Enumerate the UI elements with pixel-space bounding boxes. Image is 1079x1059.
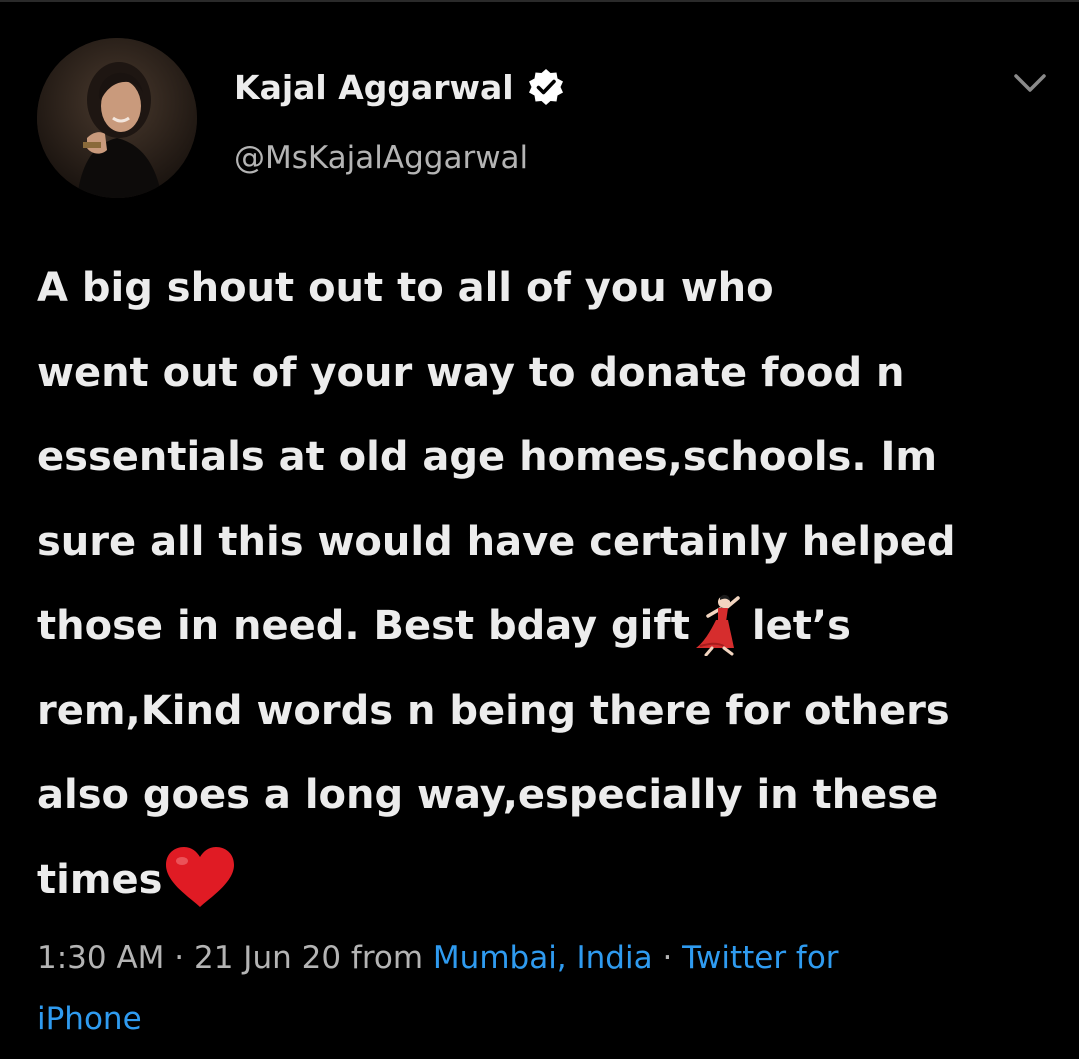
source-link-continued[interactable]: iPhone bbox=[37, 1001, 142, 1037]
red-heart-emoji bbox=[166, 846, 235, 907]
verified-badge-icon bbox=[528, 69, 563, 105]
tweet-line: rem,Kind words n being there for others bbox=[37, 687, 950, 734]
tweet-line: sure all this would have certainly helpe… bbox=[37, 518, 956, 565]
separator-dot: · bbox=[662, 940, 673, 976]
top-divider bbox=[0, 0, 1079, 2]
metadata-line: iPhone bbox=[37, 989, 1057, 1050]
tweet-time[interactable]: 1:30 AM bbox=[37, 940, 164, 976]
tweet-line-with-emoji: times bbox=[37, 838, 1057, 923]
tweet-text-segment: let’s bbox=[751, 603, 851, 649]
tweet-line: also goes a long way,especially in these bbox=[37, 772, 939, 818]
avatar[interactable] bbox=[37, 38, 197, 198]
source-link[interactable]: Twitter for bbox=[682, 940, 838, 976]
dancing-woman-emoji bbox=[695, 594, 740, 656]
tweet-date[interactable]: 21 Jun 20 bbox=[194, 940, 341, 976]
location-link[interactable]: Mumbai, India bbox=[433, 940, 653, 976]
tweet-text-segment: those in need. Best bday gift bbox=[37, 603, 690, 649]
separator-dot: · bbox=[174, 940, 185, 976]
tweet-line: went out of your way to donate food n bbox=[37, 349, 905, 396]
avatar-photo bbox=[37, 38, 197, 198]
tweet-line: A big shout out to all of you who bbox=[37, 265, 774, 311]
author-display-name[interactable]: Kajal Aggarwal bbox=[234, 68, 514, 107]
author-handle[interactable]: @MsKajalAggarwal bbox=[234, 140, 528, 176]
tweet-line-with-emoji: those in need. Best bday gift let’s bbox=[37, 584, 1057, 669]
author-name-row: Kajal Aggarwal bbox=[234, 62, 566, 112]
chevron-down-icon[interactable] bbox=[1008, 66, 1052, 102]
tweet-text: A big shout out to all of you who went o… bbox=[37, 246, 1057, 922]
from-label: from bbox=[350, 940, 424, 976]
tweet-line: essentials at old age homes,schools. Im bbox=[37, 434, 938, 480]
metadata-line: 1:30 AM · 21 Jun 20 from Mumbai, India ·… bbox=[37, 928, 1057, 989]
tweet-metadata: 1:30 AM · 21 Jun 20 from Mumbai, India ·… bbox=[37, 928, 1057, 1050]
tweet-text-segment: times bbox=[37, 856, 163, 903]
